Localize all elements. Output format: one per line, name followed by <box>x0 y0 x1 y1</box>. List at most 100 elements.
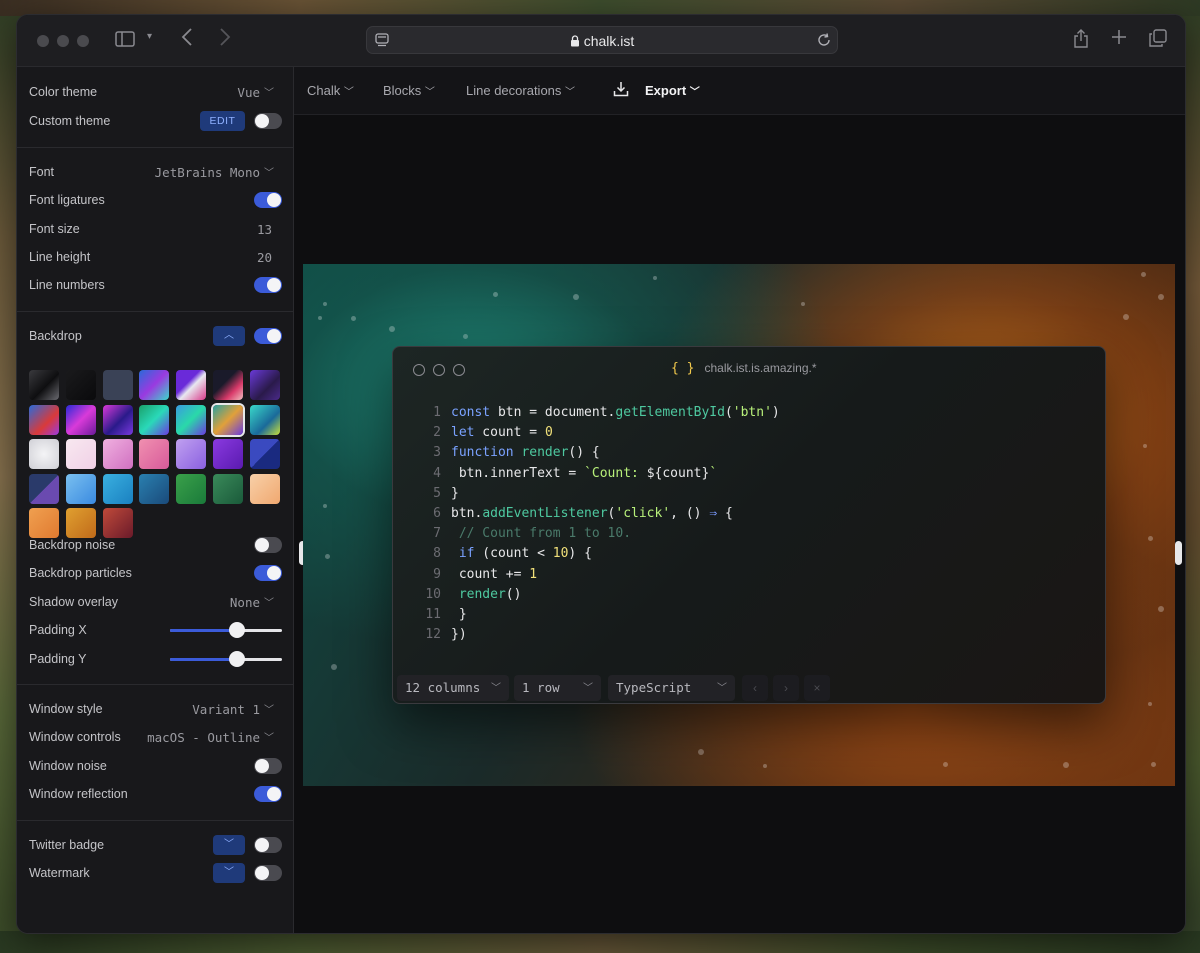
minimize-window-button[interactable] <box>57 35 69 47</box>
share-icon[interactable] <box>1073 29 1089 54</box>
backdrop-swatch[interactable] <box>65 473 96 504</box>
chevron-down-icon[interactable]: ﹀ <box>264 84 274 99</box>
menu-blocks[interactable]: Blocks ﹀ <box>383 83 435 98</box>
backdrop-row: Backdrop ︿ <box>29 325 282 347</box>
forward-arrow-icon[interactable] <box>219 27 231 52</box>
menu-chalk[interactable]: Chalk ﹀ <box>307 83 354 98</box>
backdrop-collapse-button[interactable]: ︿ <box>213 326 245 346</box>
code-window-title[interactable]: { } chalk.ist.is.amazing.* <box>671 361 817 376</box>
backdrop-swatch[interactable] <box>29 439 59 469</box>
backdrop-swatch[interactable] <box>139 439 170 469</box>
download-icon[interactable] <box>613 81 629 100</box>
backdrop-swatch[interactable] <box>213 370 243 400</box>
move-left-icon[interactable]: ‹ <box>742 675 768 701</box>
padding-x-slider[interactable] <box>170 622 282 638</box>
backdrop-swatch[interactable] <box>65 370 96 400</box>
rows-select[interactable]: 1 row ﹀ <box>514 675 601 701</box>
chevron-down-icon[interactable]: ﹀ <box>264 594 274 609</box>
menu-export[interactable]: Export ﹀ <box>645 83 700 98</box>
code-block[interactable]: 1 const btn = document.getElementById('bt… <box>413 403 780 645</box>
close-window-button[interactable] <box>37 35 49 47</box>
color-theme-label: Color theme <box>29 85 98 99</box>
color-theme-select[interactable]: Vue <box>237 85 260 100</box>
chevron-down-icon[interactable]: ﹀ <box>264 701 274 716</box>
backdrop-swatch[interactable] <box>176 439 207 469</box>
custom-theme-toggle[interactable] <box>254 113 282 129</box>
edit-theme-button[interactable]: EDIT <box>200 111 245 131</box>
backdrop-swatch[interactable] <box>176 404 207 435</box>
watermark-expand-button[interactable]: ﹀ <box>213 863 245 883</box>
line-numbers-row: Line numbers <box>29 274 282 296</box>
window-controls-row[interactable]: Window controls macOS - Outline ﹀ <box>29 726 282 748</box>
backdrop-particle <box>1158 294 1164 300</box>
columns-value: 12 columns <box>405 680 481 695</box>
line-numbers-toggle[interactable] <box>254 277 282 293</box>
shadow-overlay-row[interactable]: Shadow overlay None ﹀ <box>29 591 282 613</box>
file-name[interactable]: chalk.ist.is.amazing.* <box>704 361 816 375</box>
backdrop-swatch[interactable] <box>139 370 170 400</box>
backdrop-toggle[interactable] <box>254 328 282 344</box>
columns-select[interactable]: 12 columns ﹀ <box>397 675 509 701</box>
slider-thumb[interactable] <box>229 622 246 638</box>
window-reflection-toggle[interactable] <box>254 786 282 802</box>
backdrop-swatch[interactable] <box>65 439 96 469</box>
backdrop-noise-toggle[interactable] <box>254 537 282 553</box>
backdrop-swatch[interactable] <box>213 473 243 504</box>
move-right-icon[interactable]: › <box>773 675 799 701</box>
backdrop-swatch[interactable] <box>213 404 243 435</box>
backdrop-swatch[interactable] <box>249 473 280 504</box>
window-noise-toggle[interactable] <box>254 758 282 774</box>
shadow-overlay-select[interactable]: None <box>230 595 260 610</box>
font-select[interactable]: JetBrains Mono <box>155 165 260 180</box>
backdrop-swatch[interactable] <box>213 439 243 469</box>
backdrop-swatch[interactable] <box>176 473 207 504</box>
back-arrow-icon[interactable] <box>181 27 193 52</box>
backdrop-swatch[interactable] <box>249 370 280 400</box>
backdrop-swatch[interactable] <box>102 439 133 469</box>
address-bar[interactable]: chalk.ist <box>366 26 838 54</box>
language-select[interactable]: TypeScript ﹀ <box>608 675 735 701</box>
backdrop-swatch[interactable] <box>139 404 170 435</box>
backdrop-swatch[interactable] <box>29 370 59 400</box>
color-theme-row[interactable]: Color theme Vue ﹀ <box>29 81 282 103</box>
backdrop-swatch[interactable] <box>29 473 59 504</box>
twitter-badge-toggle[interactable] <box>254 837 282 853</box>
font-row[interactable]: Font JetBrains Mono ﹀ <box>29 161 282 183</box>
backdrop-swatch[interactable] <box>249 439 280 469</box>
chevron-down-icon[interactable]: ﹀ <box>264 164 274 179</box>
window-style-row[interactable]: Window style Variant 1 ﹀ <box>29 698 282 720</box>
line-height-input[interactable]: 20 <box>257 250 272 265</box>
window-noise-row: Window noise <box>29 755 282 777</box>
reload-icon[interactable] <box>817 32 831 53</box>
window-noise-label: Window noise <box>29 759 107 773</box>
window-style-select[interactable]: Variant 1 <box>192 702 260 717</box>
backdrop-particles-toggle[interactable] <box>254 565 282 581</box>
window-controls-select[interactable]: macOS - Outline <box>147 730 260 745</box>
font-ligatures-toggle[interactable] <box>254 192 282 208</box>
code-line: 4 btn.innerText = `Count: ${count}` <box>413 464 780 484</box>
remove-block-icon[interactable]: × <box>804 675 830 701</box>
backdrop-swatch[interactable] <box>65 404 96 435</box>
slider-thumb[interactable] <box>229 651 246 667</box>
new-tab-icon[interactable] <box>1111 29 1127 50</box>
menu-line-decorations[interactable]: Line decorations ﹀ <box>466 83 575 98</box>
resize-handle-right[interactable] <box>1175 541 1182 565</box>
chevron-down-icon[interactable]: ▾ <box>147 31 152 42</box>
font-size-input[interactable]: 13 <box>257 222 272 237</box>
watermark-label: Watermark <box>29 866 90 880</box>
backdrop-swatch[interactable] <box>102 370 133 400</box>
backdrop-swatch[interactable] <box>139 473 170 504</box>
backdrop-swatch[interactable] <box>176 370 207 400</box>
backdrop-swatch[interactable] <box>249 404 280 435</box>
twitter-badge-expand-button[interactable]: ﹀ <box>213 835 245 855</box>
backdrop-swatch[interactable] <box>102 404 133 435</box>
code-line: 10 render() <box>413 585 780 605</box>
backdrop-swatch[interactable] <box>29 404 59 435</box>
chevron-down-icon[interactable]: ﹀ <box>264 729 274 744</box>
watermark-toggle[interactable] <box>254 865 282 881</box>
padding-y-slider[interactable] <box>170 651 282 667</box>
tab-overview-icon[interactable] <box>1149 29 1167 52</box>
zoom-window-button[interactable] <box>77 35 89 47</box>
sidebar-toggle-icon[interactable] <box>115 31 135 52</box>
backdrop-swatch[interactable] <box>102 473 133 504</box>
